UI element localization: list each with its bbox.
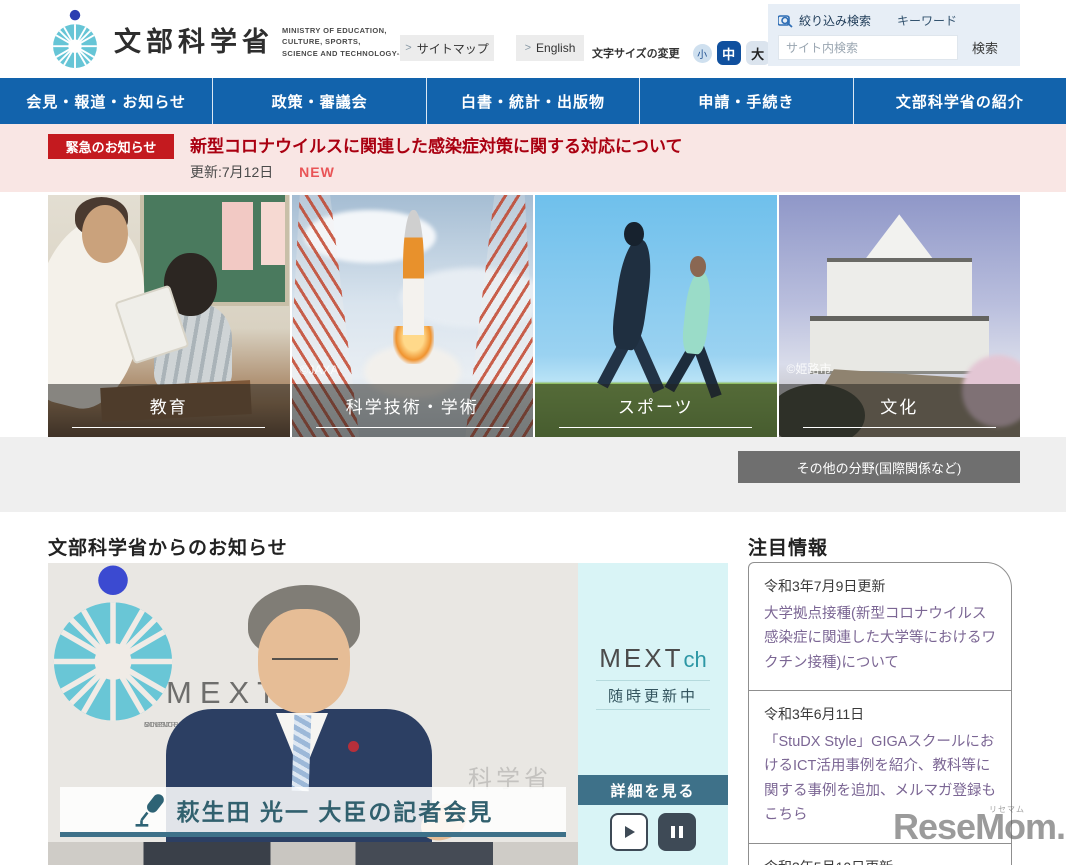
keyword-label: キーワード (897, 12, 957, 29)
featured-panel: 令和3年7月9日更新 大学拠点接種(新型コロナウイルス感染症に関連した大学等にお… (748, 562, 1012, 865)
emergency-title-link[interactable]: 新型コロナウイルスに関連した感染症対策に関する対応について (190, 132, 683, 157)
emergency-notice-bar: 緊急のお知らせ 新型コロナウイルスに関連した感染症対策に関する対応について 更新… (0, 124, 1066, 192)
nav-item-application[interactable]: 申請・手続き (639, 78, 852, 124)
nav-item-policy[interactable]: 政策・審議会 (212, 78, 425, 124)
category-label: 文化 (779, 393, 1021, 418)
emergency-badge: 緊急のお知らせ (48, 134, 174, 159)
photo-credit: ©姫路市 (787, 360, 832, 377)
mext-wheel-icon (46, 8, 104, 70)
category-strip: 教育 ©JAXA 科学技術・学術 スポーツ (48, 195, 1020, 437)
channel-brand: MEXTch (578, 643, 728, 674)
filter-search-icon (778, 14, 794, 28)
sitemap-button[interactable]: > サイトマップ (400, 35, 494, 61)
nav-item-about[interactable]: 文部科学省の紹介 (853, 78, 1066, 124)
photo-credit: ©JAXA (300, 363, 339, 377)
video-caption-text: 萩生田 光一 大臣の記者会見 (177, 793, 494, 827)
category-culture[interactable]: ©姫路市 文化 (779, 195, 1021, 437)
featured-item[interactable]: 令和3年7月9日更新 大学拠点接種(新型コロナウイルス感染症に関連した大学等にお… (749, 563, 1011, 690)
global-nav: 会見・報道・お知らせ 政策・審議会 白書・統計・出版物 申請・手続き 文部科学省… (0, 78, 1066, 124)
category-label: スポーツ (535, 393, 777, 418)
press-conference-video[interactable]: MEXT MINISTRY OF CULTU SCIENCE AND (48, 563, 578, 865)
category-label: 科学技術・学術 (292, 393, 534, 418)
channel-status: 随時更新中 (578, 685, 728, 706)
video-caption-banner: 萩生田 光一 大臣の記者会見 (60, 787, 566, 837)
filter-search-link[interactable]: 絞り込み検索 (799, 12, 871, 29)
font-size-label: 文字サイズの変更 (592, 45, 680, 61)
chevron-right-icon: > (405, 42, 411, 54)
category-footer-band: その他の分野(国際関係など) (0, 437, 1066, 512)
search-submit-button[interactable]: 検索 (972, 38, 998, 57)
site-search-panel: 絞り込み検索 キーワード 検索 (768, 4, 1020, 66)
other-fields-button[interactable]: その他の分野(国際関係など) (738, 451, 1020, 483)
category-sports[interactable]: スポーツ (535, 195, 777, 437)
featured-date: 令和3年7月9日更新 (764, 576, 996, 596)
featured-date: 令和3年5月10日更新 (764, 857, 996, 865)
emergency-updated: 更新:7月12日 (190, 164, 273, 180)
english-button[interactable]: > English (516, 35, 584, 61)
font-size-small-button[interactable]: 小 (693, 44, 712, 63)
new-badge: NEW (299, 164, 335, 180)
pause-button[interactable] (658, 813, 696, 851)
mext-logo[interactable]: 文部科学省 MINISTRY OF EDUCATION, CULTURE, SP… (46, 8, 427, 70)
mext-homepage: 文部科学省 MINISTRY OF EDUCATION, CULTURE, SP… (0, 0, 1066, 865)
chevron-right-icon: > (525, 42, 531, 54)
channel-details-button[interactable]: 詳細を見る (578, 775, 728, 805)
site-title: 文部科学省 (114, 20, 274, 59)
backdrop-wheel-icon (48, 563, 178, 723)
font-size-large-button[interactable]: 大 (746, 41, 770, 65)
category-science[interactable]: ©JAXA 科学技術・学術 (292, 195, 534, 437)
site-search-input[interactable] (778, 35, 958, 60)
site-header: 文部科学省 MINISTRY OF EDUCATION, CULTURE, SP… (0, 0, 1066, 78)
featured-item[interactable]: 令和3年5月10日更新 文部科学大臣メッセージ「不安や悩みを抱える全国の児童生徒… (749, 843, 1011, 865)
microphone-icon (133, 792, 167, 828)
featured-link[interactable]: 大学拠点接種(新型コロナウイルス感染症に関連した大学等におけるワクチン接種)につ… (764, 602, 996, 675)
pause-icon (670, 824, 684, 840)
category-education[interactable]: 教育 (48, 195, 290, 437)
play-button[interactable] (610, 813, 648, 851)
nav-item-press[interactable]: 会見・報道・お知らせ (0, 78, 212, 124)
featured-link[interactable]: 「StuDX Style」GIGAスクールにおけるICT活用事例を紹介、教科等に… (764, 730, 996, 827)
category-label: 教育 (48, 393, 290, 418)
font-size-switcher: 文字サイズの変更 小 中 大 (592, 41, 770, 65)
notices-section-title: 文部科学省からのお知らせ (48, 533, 288, 560)
featured-item[interactable]: 令和3年6月11日 「StuDX Style」GIGAスクールにおけるICT活用… (749, 690, 1011, 842)
play-icon (621, 824, 637, 840)
nav-item-whitepaper[interactable]: 白書・統計・出版物 (426, 78, 639, 124)
emergency-meta: 更新:7月12日 NEW (190, 162, 335, 182)
featured-section-title: 注目情報 (748, 533, 828, 560)
featured-date: 令和3年6月11日 (764, 704, 996, 724)
mext-channel-panel: MEXTch 随時更新中 詳細を見る (578, 563, 728, 865)
font-size-medium-button[interactable]: 中 (717, 41, 741, 65)
